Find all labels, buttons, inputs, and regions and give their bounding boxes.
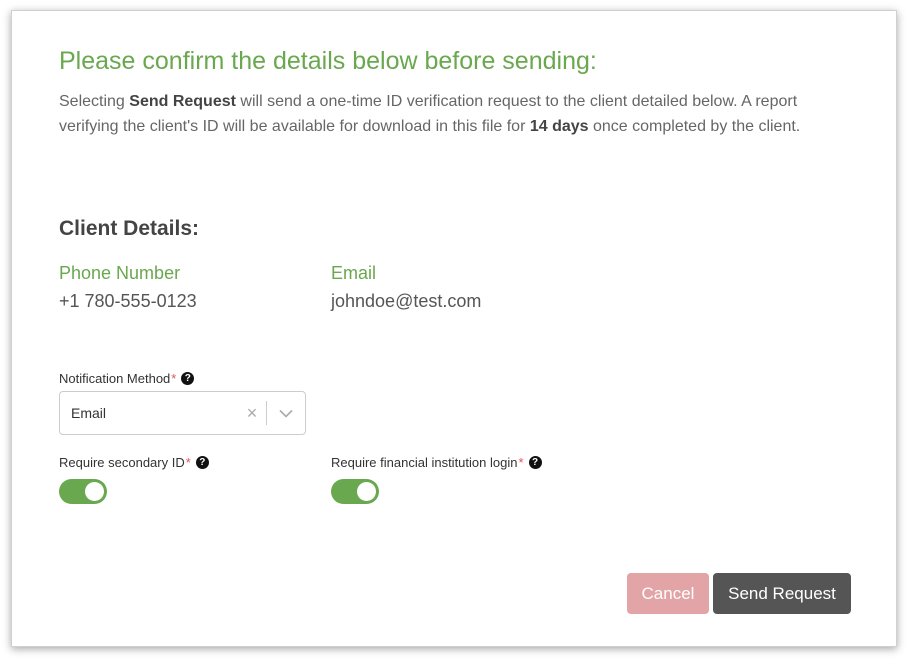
intro-text-3: once completed by the client. [588, 118, 801, 135]
notification-method-label-text: Notification Method [59, 371, 171, 386]
question-circle-icon[interactable]: ? [195, 456, 209, 469]
secondary-id-label-text: Require secondary ID [59, 455, 185, 470]
required-marker: * [518, 455, 524, 470]
required-marker: * [171, 371, 177, 386]
email-label: Email [331, 263, 377, 283]
secondary-id-toggle[interactable] [59, 479, 107, 504]
send-request-button[interactable]: Send Request [713, 573, 851, 614]
confirm-dialog: Please confirm the details below before … [11, 10, 897, 647]
financial-login-label-text: Require financial institution login [331, 455, 518, 470]
dialog-title: Please confirm the details below before … [59, 47, 597, 75]
notification-method-select[interactable]: Email × [59, 391, 306, 435]
question-circle-icon[interactable]: ? [528, 456, 542, 469]
email-value: johndoe@test.com [331, 291, 482, 311]
financial-login-label: Require financial institution login * ? [331, 455, 542, 470]
secondary-id-label: Require secondary ID * ? [59, 455, 209, 470]
chevron-down-icon[interactable] [267, 409, 305, 418]
notification-method-label: Notification Method * ? [59, 371, 195, 386]
phone-number-label: Phone Number [59, 263, 181, 283]
toggle-knob [357, 482, 376, 501]
required-marker: * [185, 455, 191, 470]
intro-bold-days: 14 days [529, 118, 589, 135]
close-icon[interactable]: × [238, 403, 266, 424]
intro-bold-send-request: Send Request [129, 93, 236, 110]
phone-number-value: +1 780-555-0123 [59, 291, 197, 311]
toggle-knob [85, 482, 104, 501]
notification-method-value: Email [71, 405, 107, 421]
chevron-down-icon-svg [279, 409, 293, 418]
client-details-heading: Client Details: [59, 217, 200, 240]
cancel-button[interactable]: Cancel [627, 573, 709, 614]
question-circle-icon[interactable]: ? [181, 372, 195, 385]
dialog-intro: Selecting Send Request will send a one-t… [59, 89, 849, 139]
intro-text-1: Selecting [59, 93, 130, 110]
financial-login-toggle[interactable] [331, 479, 379, 504]
